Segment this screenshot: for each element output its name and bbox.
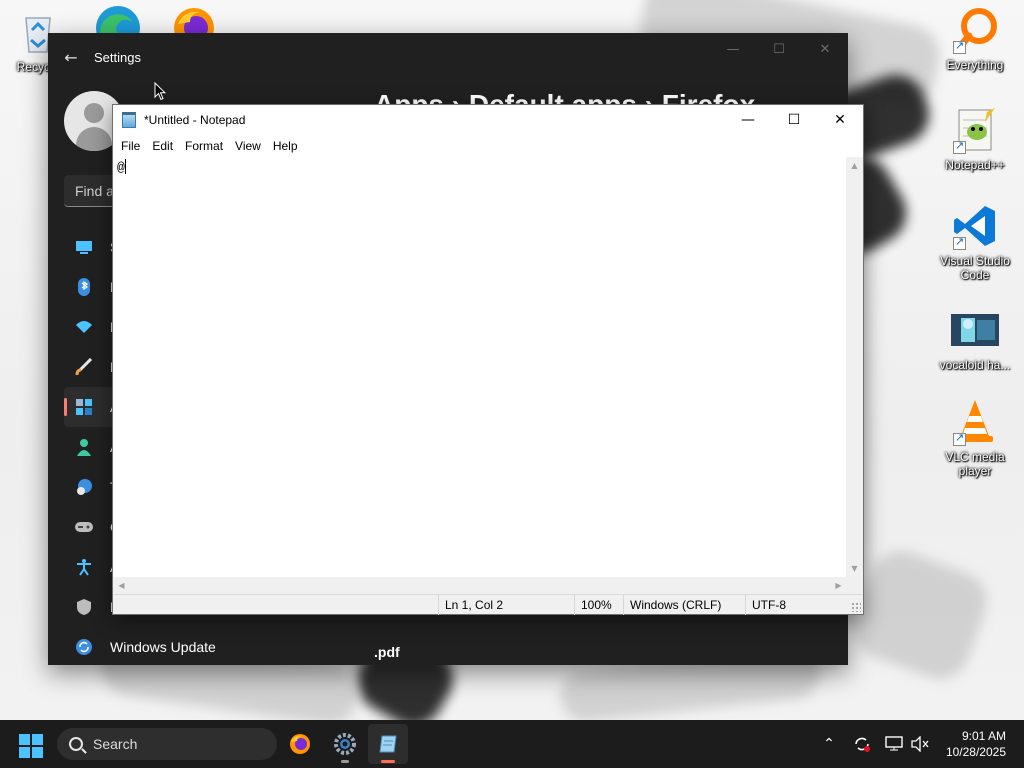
- close-button[interactable]: ✕: [802, 33, 848, 65]
- minimize-button[interactable]: —: [725, 105, 771, 135]
- active-indicator: [381, 760, 395, 763]
- scroll-right-arrow-icon[interactable]: ▶: [830, 577, 847, 594]
- accessibility-icon: [74, 557, 94, 577]
- maximize-button[interactable]: ☐: [771, 105, 817, 135]
- system-icon: [74, 237, 94, 257]
- menu-help[interactable]: Help: [267, 139, 304, 153]
- horizontal-scrollbar[interactable]: ◀ ▶: [113, 577, 847, 594]
- clock-date: 10/28/2025: [945, 745, 1006, 759]
- status-bar: Ln 1, Col 2 100% Windows (CRLF) UTF-8: [113, 594, 863, 615]
- scroll-left-arrow-icon[interactable]: ◀: [113, 577, 130, 594]
- back-arrow-icon[interactable]: ←: [48, 48, 94, 67]
- menu-edit[interactable]: Edit: [146, 139, 179, 153]
- desktop-icon-label: VLC media player: [945, 450, 1005, 478]
- privacy-icon: [74, 597, 94, 617]
- vertical-scrollbar[interactable]: ▲ ▼: [846, 157, 863, 577]
- file-extension-label: .pdf: [374, 644, 400, 660]
- text-caret: [124, 159, 126, 174]
- notepad-caption-buttons: — ☐ ✕: [725, 105, 863, 135]
- taskbar-search-box[interactable]: Search: [57, 728, 277, 760]
- taskbar-app-notepad[interactable]: [368, 724, 408, 764]
- menu-format[interactable]: Format: [179, 139, 229, 153]
- taskbar: Search ⌃ 9:01 AM 10/28/2025: [0, 720, 1024, 768]
- menu-bar: File Edit Format View Help: [113, 135, 863, 157]
- firefox-taskbar-icon: [290, 734, 310, 754]
- desktop-icon-label: Everything: [946, 58, 1004, 72]
- settings-search-placeholder: Find a: [75, 183, 114, 199]
- sync-status-icon[interactable]: [850, 720, 874, 768]
- taskbar-app-firefox[interactable]: [280, 724, 320, 764]
- notepad-title: *Untitled - Notepad: [144, 113, 246, 127]
- bluetooth-icon: [74, 277, 94, 297]
- scrollbar-corner: [846, 577, 863, 594]
- taskbar-search-label: Search: [93, 736, 138, 752]
- show-hidden-icons-chevron-icon[interactable]: ⌃: [818, 720, 840, 768]
- vscode-icon: [951, 202, 999, 250]
- volume-muted-icon[interactable]: [908, 720, 932, 768]
- search-icon: [69, 737, 83, 751]
- status-cursor-position: Ln 1, Col 2: [438, 595, 503, 615]
- settings-title: Settings: [94, 49, 141, 65]
- desktop-icon-label: Notepad++: [945, 158, 1005, 172]
- desktop-icon-label: vocaloid ha...: [939, 358, 1011, 372]
- clock-time: 9:01 AM: [961, 729, 1006, 743]
- desktop-icon-vocaloid-image[interactable]: vocaloid ha...: [937, 314, 1013, 372]
- desktop-icon-everything[interactable]: Everything: [937, 6, 1013, 72]
- desktop-icon-vscode[interactable]: Visual Studio Code: [937, 202, 1013, 282]
- status-line-ending: Windows (CRLF): [623, 595, 721, 615]
- nav-item-windows-update[interactable]: Windows Update: [64, 627, 324, 665]
- notepad-app-icon: [122, 112, 136, 128]
- settings-taskbar-icon: [334, 733, 356, 755]
- notepad-window[interactable]: *Untitled - Notepad — ☐ ✕ File Edit Form…: [112, 104, 864, 615]
- text-editor-area[interactable]: @: [113, 157, 847, 577]
- taskbar-clock[interactable]: 9:01 AM 10/28/2025: [946, 728, 1006, 760]
- desktop-icon-label: Visual Studio Code: [940, 254, 1010, 282]
- display-icon[interactable]: [882, 720, 906, 768]
- time-language-icon: [74, 477, 94, 497]
- settings-titlebar[interactable]: ← Settings — ☐ ✕: [48, 33, 848, 81]
- personalization-icon: [74, 357, 94, 377]
- running-indicator: [341, 760, 349, 763]
- status-encoding: UTF-8: [745, 595, 786, 615]
- desktop-icon-notepad-plus-plus[interactable]: Notepad++: [937, 106, 1013, 172]
- notepad-titlebar[interactable]: *Untitled - Notepad — ☐ ✕: [113, 105, 863, 135]
- network-icon: [74, 317, 94, 337]
- resize-grip-icon[interactable]: [851, 602, 861, 612]
- scroll-down-arrow-icon[interactable]: ▼: [846, 560, 863, 577]
- vlc-icon: [951, 398, 999, 446]
- accounts-icon: [74, 437, 94, 457]
- taskbar-app-settings[interactable]: [325, 724, 365, 764]
- apps-icon: [74, 397, 94, 417]
- desktop-icon-vlc[interactable]: VLC media player: [937, 398, 1013, 478]
- start-button[interactable]: [19, 734, 43, 758]
- close-button[interactable]: ✕: [817, 105, 863, 135]
- mouse-cursor-icon: [154, 82, 166, 101]
- minimize-button[interactable]: —: [710, 33, 756, 65]
- settings-caption-buttons: — ☐ ✕: [710, 33, 848, 65]
- menu-file[interactable]: File: [115, 139, 146, 153]
- gaming-icon: [74, 517, 94, 537]
- maximize-button[interactable]: ☐: [756, 33, 802, 65]
- windows-logo-icon: [19, 734, 30, 745]
- notepad-taskbar-icon: [379, 735, 397, 753]
- scroll-up-arrow-icon[interactable]: ▲: [846, 157, 863, 174]
- editor-content: @: [117, 160, 125, 175]
- notepad-plus-plus-icon: [951, 106, 999, 154]
- everything-search-icon: [951, 6, 999, 54]
- status-zoom: 100%: [574, 595, 612, 615]
- windows-update-icon: [74, 637, 94, 657]
- image-thumbnail-icon: [951, 314, 999, 346]
- menu-view[interactable]: View: [229, 139, 267, 153]
